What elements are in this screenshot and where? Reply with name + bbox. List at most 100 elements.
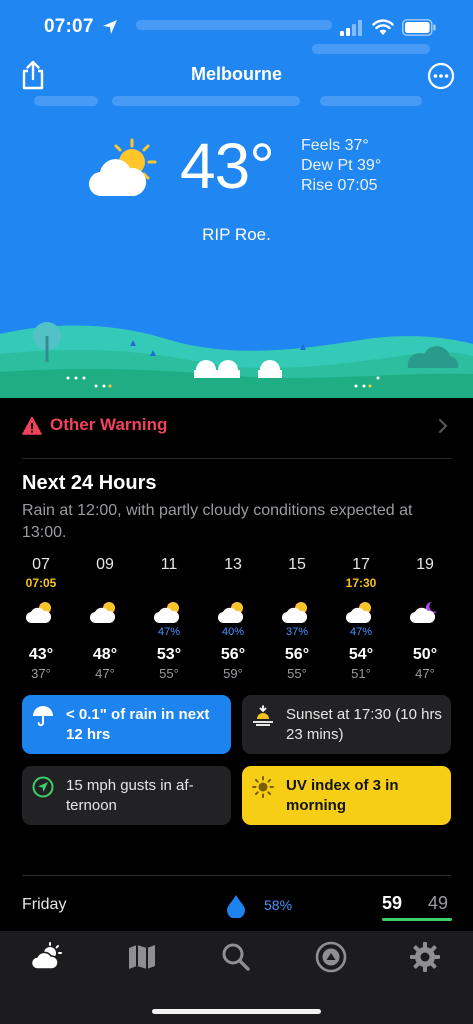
chevron-right-icon: [439, 419, 448, 433]
hour-label: 17: [352, 556, 370, 573]
hour-precip: 47%: [349, 626, 373, 638]
status-bar: 07:07: [0, 0, 473, 54]
hour-precip: 47%: [157, 626, 181, 638]
settings-tab-icon[interactable]: [409, 941, 441, 973]
hour-column: 15 37% 56° 55°: [265, 555, 329, 683]
section-title: Next 24 Hours: [22, 472, 157, 494]
wifi-icon: [372, 19, 394, 35]
current-temperature: 43°: [180, 130, 275, 202]
day-low: 49: [428, 893, 449, 913]
cellular-signal-icon: [340, 20, 362, 36]
umbrella-icon: [33, 706, 53, 727]
sunrise-marker: 07:05: [25, 576, 57, 590]
hour-precip: 40%: [221, 626, 245, 638]
battery-icon: [402, 19, 436, 36]
temperature-range-bar: [382, 918, 452, 921]
partly-cloudy-day-icon: [90, 602, 116, 624]
hour-feels: 55°: [287, 666, 307, 681]
hour-feels: 51°: [351, 666, 371, 681]
home-indicator[interactable]: [152, 1009, 321, 1014]
hour-temp: 50°: [412, 646, 438, 663]
hour-temp: 56°: [220, 646, 246, 663]
current-details: Feels 37° Dew Pt 39° Rise 07:05: [301, 136, 381, 196]
forecast-tab-icon[interactable]: [30, 941, 62, 973]
more-options-icon[interactable]: [427, 62, 455, 90]
wind-card[interactable]: 15 mph gusts in af-ternoon: [22, 766, 231, 825]
day-name: Friday: [22, 896, 67, 913]
sun-icon: [252, 776, 274, 798]
hour-column: 17 17:30 47% 54° 51°: [329, 555, 393, 683]
hour-sub: [201, 575, 265, 591]
hour-label: 09: [96, 556, 114, 573]
hour-temp: 56°: [284, 646, 310, 663]
landscape-illustration: [0, 322, 473, 398]
dew-point: Dew Pt 39°: [301, 157, 382, 174]
cloud-streak: [112, 96, 300, 106]
hour-label: 07: [32, 556, 50, 573]
sunset-icon: [253, 705, 273, 726]
partly-cloudy-day-icon: [88, 138, 157, 197]
location-arrow-icon: [103, 20, 117, 34]
divider: [22, 458, 451, 459]
hour-sub: [73, 575, 137, 591]
hour-column: 09 48° 47°: [73, 555, 137, 683]
hour-feels: 47°: [95, 666, 115, 681]
hour-temp: 53°: [156, 646, 182, 663]
status-time: 07:07: [44, 16, 94, 37]
day-precip: 58%: [264, 897, 293, 913]
uv-card-text: UV index of 3 in morning: [286, 777, 399, 814]
city-title[interactable]: Melbourne: [0, 64, 473, 85]
uv-card[interactable]: UV index of 3 in morning: [242, 766, 451, 825]
warning-row[interactable]: Other Warning: [0, 398, 473, 458]
hour-label: 15: [288, 556, 306, 573]
cloud-streak: [320, 96, 422, 106]
hour-column: 19 50° 47°: [393, 555, 457, 683]
map-tab-icon[interactable]: [126, 941, 158, 973]
sunset-marker: 17:30: [345, 576, 377, 590]
partly-cloudy-day-icon: [218, 602, 244, 624]
partly-cloudy-day-icon: [282, 602, 308, 624]
hour-column: 07 07:05 43° 37°: [9, 555, 73, 683]
partly-cloudy-day-icon: [154, 602, 180, 624]
hour-column: 11 47% 53° 55°: [137, 555, 201, 683]
hour-precip: [9, 625, 73, 639]
hour-feels: 47°: [415, 666, 435, 681]
partly-cloudy-night-icon: [410, 601, 437, 624]
hour-temp: 48°: [92, 646, 118, 663]
search-tab-icon[interactable]: [220, 941, 252, 973]
hour-label: 19: [416, 556, 434, 573]
hour-sub: [137, 575, 201, 591]
hour-sub: [393, 575, 457, 591]
sunrise-time: Rise 07:05: [301, 177, 378, 194]
daily-row[interactable]: Friday 58% 59 49: [0, 876, 473, 931]
wind-direction-icon: [32, 776, 54, 798]
hour-temp: 43°: [28, 646, 54, 663]
partly-cloudy-day-icon: [26, 602, 52, 624]
hourly-forecast[interactable]: 07 07:05 43° 37° 09 48° 47° 11 47% 53° 5…: [0, 555, 473, 685]
hour-sub: [265, 575, 329, 591]
partly-cloudy-day-icon: [346, 602, 372, 624]
radar-tab-icon[interactable]: [315, 941, 347, 973]
hour-label: 11: [160, 556, 178, 573]
feels-like: Feels 37°: [301, 137, 369, 154]
cloud-streak: [34, 96, 98, 106]
hour-label: 13: [224, 556, 242, 573]
hour-precip: [73, 625, 137, 639]
weather-tagline: RIP Roe.: [202, 225, 271, 244]
sunset-card-text: Sunset at 17:30 (10 hrs 23 mins): [286, 706, 442, 743]
hour-precip: [393, 625, 457, 639]
weather-hero: 07:07 Melbourne 43° Feels 37° Dew Pt 39°…: [0, 0, 473, 398]
sunset-card[interactable]: Sunset at 17:30 (10 hrs 23 mins): [242, 695, 451, 754]
hour-feels: 59°: [223, 666, 243, 681]
rain-card-text: < 0.1" of rain in next 12 hrs: [66, 706, 210, 743]
raindrop-icon: [227, 895, 245, 918]
rain-card[interactable]: < 0.1" of rain in next 12 hrs: [22, 695, 231, 754]
hour-temp: 54°: [348, 646, 374, 663]
warning-label: Other Warning: [50, 415, 168, 434]
hour-precip: 37%: [285, 626, 309, 638]
hour-feels: 55°: [159, 666, 179, 681]
wind-card-text: 15 mph gusts in af-ternoon: [66, 777, 194, 814]
hour-feels: 37°: [31, 666, 51, 681]
hour-column: 13 40% 56° 59°: [201, 555, 265, 683]
warning-triangle-icon: [22, 416, 42, 435]
